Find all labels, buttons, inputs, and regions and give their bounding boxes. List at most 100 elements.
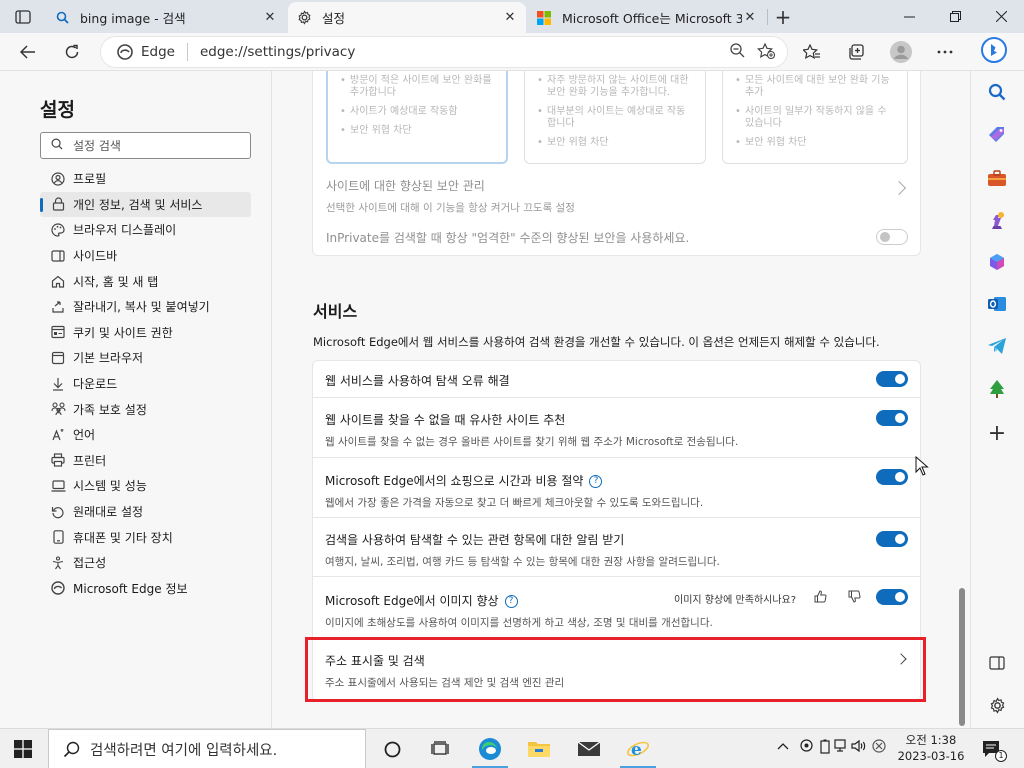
microsoft-365-icon[interactable] <box>984 249 1010 275</box>
nav-item-cookies[interactable]: 쿠키 및 사이트 권한 <box>40 320 251 346</box>
favorites-button[interactable] <box>797 37 827 67</box>
nav-item-label: 프린터 <box>73 453 107 468</box>
games-icon[interactable] <box>984 207 1010 233</box>
internet-explorer-icon[interactable]: e <box>624 735 652 763</box>
manage-enhanced-security-row[interactable]: 사이트에 대한 향상된 보안 관리 선택한 사이트에 대해 이 기능을 항상 켜… <box>326 177 908 215</box>
add-sidebar-app-icon[interactable]: + <box>984 420 1010 446</box>
taskbar-search-input[interactable]: 검색하려면 여기에 입력하세요. <box>48 729 366 768</box>
row-title: 검색을 사용하여 탐색할 수 있는 관련 항목에 대한 알림 받기 <box>325 533 625 547</box>
system-clock[interactable]: 오전 1:38 2023-03-16 <box>896 732 966 764</box>
battery-icon[interactable] <box>820 739 832 757</box>
scrollbar[interactable] <box>959 588 965 726</box>
option-bullet: 방문이 적은 사이트에 보안 완화를 추가합니다 <box>340 75 494 99</box>
inprivate-strict-toggle[interactable] <box>876 229 908 245</box>
settings-search-input[interactable]: 설정 검색 <box>40 132 251 159</box>
hide-sidebar-icon[interactable] <box>984 650 1010 676</box>
nav-item-privacy[interactable]: 개인 정보, 검색 및 서비스 <box>40 191 251 218</box>
close-window-button[interactable] <box>978 0 1024 33</box>
gear-icon <box>296 10 312 26</box>
windows-start-icon[interactable] <box>14 740 32 761</box>
nav-item-family[interactable]: 가족 보호 설정 <box>40 396 251 422</box>
tab-bing-search[interactable]: bing image - 검색 ✕ <box>46 2 286 33</box>
option-bullet: 자주 방문하지 않는 사이트에 대한 보안 완화 기능을 추가합니다. <box>537 75 693 99</box>
service-row: Microsoft Edge에서 이미지 향상? 이미지에 초해상도를 사용하여… <box>313 577 921 638</box>
help-icon[interactable]: ? <box>504 595 518 608</box>
nav-item-profile[interactable]: 프로필 <box>40 166 251 192</box>
profile-avatar[interactable] <box>886 37 916 67</box>
show-hidden-icons-icon[interactable] <box>777 739 789 753</box>
address-separator <box>186 43 188 61</box>
tree-drop-icon[interactable] <box>984 376 1010 402</box>
restore-button[interactable] <box>932 0 978 33</box>
add-favorite-icon[interactable] <box>756 42 776 62</box>
similar-sites-toggle[interactable] <box>876 410 908 426</box>
tab-settings[interactable]: 설정 ✕ <box>288 2 526 33</box>
nav-item-languages[interactable]: 언어 <box>40 422 251 448</box>
row-desc: 이미지에 초해상도를 사용하여 이미지를 선명하게 하고 색상, 조명 및 대비… <box>325 617 713 629</box>
task-view-circle-icon[interactable] <box>378 735 406 763</box>
tools-briefcase-icon[interactable] <box>984 165 1010 191</box>
help-icon[interactable]: ? <box>589 475 603 488</box>
nav-item-phone[interactable]: 휴대폰 및 기타 장치 <box>40 524 251 550</box>
edge-taskbar-icon[interactable] <box>476 735 504 763</box>
nav-item-system[interactable]: 시스템 및 성능 <box>40 473 251 499</box>
image-enhance-feedback-label: 이미지 향상에 만족하시나요? <box>674 595 797 606</box>
nav-item-label: 시작, 홈 및 새 탭 <box>73 274 159 289</box>
location-icon[interactable] <box>800 739 813 756</box>
nav-error-toggle[interactable] <box>876 371 908 387</box>
row-desc: 웹에서 가장 좋은 가격을 자동으로 찾고 더 빠르게 체크아웃할 수 있도록 … <box>325 497 704 509</box>
new-tab-button[interactable]: + <box>770 4 796 30</box>
file-explorer-icon[interactable] <box>525 735 553 763</box>
close-icon[interactable]: ✕ <box>742 10 758 26</box>
zoom-icon[interactable] <box>730 43 745 61</box>
related-items-toggle[interactable] <box>876 531 908 547</box>
security-option-balanced[interactable]: 자주 방문하지 않는 사이트에 대한 보안 완화 기능을 추가합니다. 대부분의… <box>524 71 706 164</box>
lock-icon <box>50 196 66 212</box>
address-url[interactable]: edge://settings/privacy <box>200 44 730 60</box>
back-button[interactable] <box>13 37 43 67</box>
nav-item-start-home[interactable]: 시작, 홈 및 새 탭 <box>40 268 251 294</box>
mail-icon[interactable] <box>575 735 603 763</box>
telegram-send-icon[interactable] <box>984 333 1010 359</box>
volume-icon[interactable] <box>851 739 867 756</box>
nav-item-label: Microsoft Edge 정보 <box>73 581 188 596</box>
settings-more-button[interactable] <box>930 37 960 67</box>
network-icon[interactable] <box>834 739 850 756</box>
nav-item-clipboard[interactable]: 잘라내기, 복사 및 붙여넣기 <box>40 294 251 320</box>
thumbs-down-icon[interactable] <box>848 590 861 606</box>
image-enhance-toggle[interactable] <box>876 589 908 605</box>
row-title: 웹 서비스를 사용하여 탐색 오류 해결 <box>325 374 510 388</box>
tab-actions-icon[interactable] <box>8 5 38 29</box>
nav-item-reset[interactable]: 원래대로 설정 <box>40 499 251 525</box>
nav-item-printers[interactable]: 프린터 <box>40 448 251 474</box>
nav-item-accessibility[interactable]: 접근성 <box>40 550 251 576</box>
minimize-button[interactable] <box>886 0 932 33</box>
address-bar[interactable]: Edge edge://settings/privacy <box>100 36 788 68</box>
nav-item-appearance[interactable]: 브라우저 디스플레이 <box>40 217 251 243</box>
thumbs-up-icon[interactable] <box>814 590 827 606</box>
nav-item-sidebar[interactable]: 사이드바 <box>40 243 251 269</box>
collections-button[interactable] <box>841 37 871 67</box>
nav-item-label: 가족 보호 설정 <box>73 402 147 417</box>
security-option-basic[interactable]: 방문이 적은 사이트에 보안 완화를 추가합니다 사이트가 예상대로 작동함 보… <box>326 71 508 164</box>
close-icon[interactable]: ✕ <box>262 10 278 26</box>
shopping-toggle[interactable] <box>876 469 908 485</box>
shopping-tag-icon[interactable] <box>984 122 1010 148</box>
task-view-icon[interactable] <box>426 735 454 763</box>
close-icon[interactable]: ✕ <box>502 10 518 26</box>
nav-item-downloads[interactable]: 다운로드 <box>40 371 251 397</box>
nav-item-about-edge[interactable]: Microsoft Edge 정보 <box>40 576 251 602</box>
tab-microsoft-office[interactable]: Microsoft Office는 Microsoft 365 ✕ <box>528 2 766 33</box>
security-option-strict[interactable]: 모든 사이트에 대한 보안 완화 기능 추가 사이트의 일부가 작동하지 않을 … <box>722 71 908 164</box>
outlook-icon[interactable] <box>984 291 1010 317</box>
bing-chat-button[interactable] <box>979 35 1009 65</box>
gear-icon[interactable] <box>984 692 1010 718</box>
option-bullet: 사이트가 예상대로 작동함 <box>340 106 494 118</box>
enhanced-security-card: 방문이 적은 사이트에 보안 완화를 추가합니다 사이트가 예상대로 작동함 보… <box>312 71 921 256</box>
service-row: Microsoft Edge에서의 쇼핑으로 시간과 비용 절약? 웹에서 가장… <box>313 458 921 518</box>
mute-icon[interactable] <box>872 739 886 756</box>
refresh-button[interactable] <box>57 37 87 67</box>
sidebar-search-icon[interactable] <box>984 79 1010 105</box>
system-icon <box>50 478 66 494</box>
nav-item-default-browser[interactable]: 기본 브라우저 <box>40 345 251 371</box>
